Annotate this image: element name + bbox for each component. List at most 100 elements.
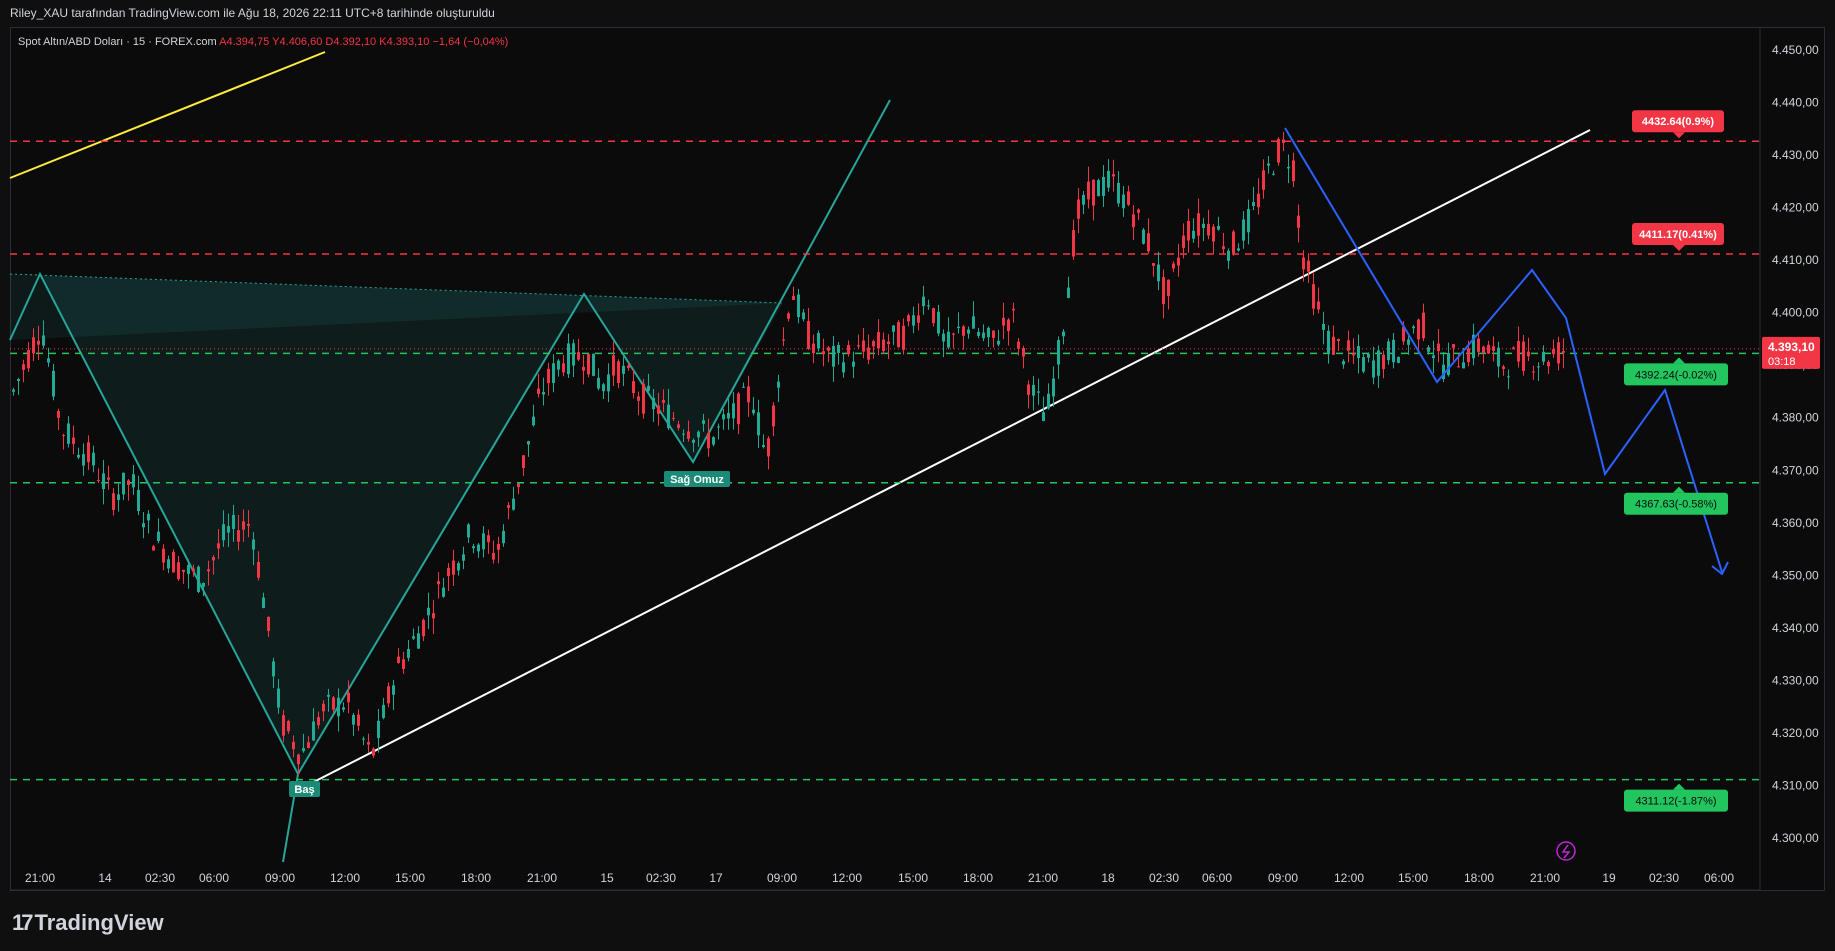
- close-label: K: [379, 36, 387, 48]
- candle-body: [337, 697, 340, 717]
- candle-body: [787, 313, 790, 319]
- candle-body: [1112, 174, 1115, 177]
- candle-body: [1267, 163, 1270, 166]
- candle-body: [692, 439, 695, 443]
- y-tick-label: 4.440,00: [1772, 96, 1819, 110]
- candle-body: [92, 452, 95, 466]
- candle-body: [602, 384, 605, 392]
- candle-body: [987, 327, 990, 338]
- candle-body: [1527, 351, 1530, 357]
- candle-body: [687, 431, 690, 439]
- candle-body: [437, 581, 440, 585]
- level-badge-label: 4367.63(-0.58%): [1635, 499, 1717, 511]
- level-badge-label: 4432.64(0.9%): [1642, 116, 1714, 128]
- candle-body: [977, 331, 980, 336]
- candle-body: [1302, 257, 1305, 270]
- candle-body: [1022, 347, 1025, 357]
- open-value: 4.394,75: [226, 36, 270, 48]
- candle-body: [542, 391, 545, 395]
- candle-body: [822, 351, 825, 355]
- candle-body: [557, 360, 560, 370]
- candle-body: [517, 483, 520, 488]
- candle-body: [402, 659, 405, 669]
- candle-body: [857, 345, 860, 347]
- candle-body: [1227, 250, 1230, 261]
- brand-name: TradingView: [34, 910, 164, 935]
- candle-body: [27, 349, 30, 369]
- candle-body: [1352, 352, 1355, 356]
- candle-body: [582, 366, 585, 371]
- candle-body: [897, 322, 900, 348]
- candle-body: [262, 597, 265, 608]
- candle-body: [1502, 366, 1505, 369]
- candle-body: [1497, 347, 1500, 367]
- candle-body: [1532, 371, 1535, 373]
- candle-body: [1247, 209, 1250, 233]
- level-badge-label: 4392.24(-0.02%): [1635, 369, 1717, 381]
- x-tick-label: 14: [98, 871, 112, 885]
- candle-body: [612, 355, 615, 376]
- candle-body: [1047, 393, 1050, 409]
- x-tick-label: 12:00: [330, 871, 360, 885]
- candle-body: [307, 742, 310, 748]
- candle-body: [1357, 346, 1360, 359]
- x-tick-label: 06:00: [199, 871, 229, 885]
- candle-body: [732, 403, 735, 419]
- candle-body: [1187, 220, 1190, 241]
- candle-body: [282, 715, 285, 736]
- symbol-name[interactable]: Spot Altın/ABD Doları · 15 · FOREX.com: [18, 36, 217, 48]
- candle-body: [1547, 361, 1550, 367]
- candle-body: [277, 688, 280, 708]
- candle-body: [172, 551, 175, 573]
- candle-body: [537, 388, 540, 394]
- candle-body: [882, 339, 885, 352]
- candle-body: [1002, 317, 1005, 326]
- candle-body: [1522, 341, 1525, 371]
- candle-body: [1542, 351, 1545, 362]
- candle-body: [607, 374, 610, 392]
- candle-body: [312, 721, 315, 741]
- candle-body: [1207, 223, 1210, 236]
- high-label: Y: [272, 36, 280, 48]
- candle-body: [202, 582, 205, 587]
- candle-body: [1052, 378, 1055, 397]
- candle-body: [487, 535, 490, 543]
- candle-body: [1367, 353, 1370, 358]
- candle-body: [152, 546, 155, 551]
- x-tick-label: 12:00: [1334, 871, 1364, 885]
- candle-body: [747, 386, 750, 403]
- candle-body: [767, 438, 770, 457]
- candle-body: [1007, 319, 1010, 332]
- candle-body: [1087, 181, 1090, 200]
- y-tick-label: 4.330,00: [1772, 673, 1819, 687]
- candle-body: [447, 567, 450, 577]
- candle-body: [1412, 326, 1415, 329]
- candle-body: [827, 347, 830, 351]
- candle-body: [432, 613, 435, 619]
- level-badge-label: 4411.17(0.41%): [1639, 229, 1717, 241]
- candle-body: [257, 561, 260, 578]
- candle-body: [552, 363, 555, 383]
- candle-body: [1177, 257, 1180, 266]
- candle-body: [32, 337, 35, 354]
- candle-body: [372, 748, 375, 756]
- candle-body: [102, 473, 105, 490]
- y-tick-label: 4.400,00: [1772, 306, 1819, 320]
- badge-pointer-icon: [1673, 357, 1685, 364]
- candle-body: [247, 523, 250, 526]
- candle-body: [702, 420, 705, 424]
- candle-body: [1492, 346, 1495, 351]
- price-chart[interactable]: 4.450,00 4.440,00 4.430,00 4.420,00 4.410,00…: [0, 0, 1835, 951]
- x-tick-label: 12:00: [832, 871, 862, 885]
- candle-body: [642, 383, 645, 414]
- x-tick-label: 17: [709, 871, 723, 885]
- candle-body: [417, 633, 420, 649]
- candle-body: [407, 649, 410, 658]
- tradingview-logo[interactable]: 17 TradingView: [12, 910, 164, 936]
- candle-body: [877, 332, 880, 349]
- x-tick-label: 18:00: [1464, 871, 1494, 885]
- candle-body: [527, 441, 530, 445]
- x-tick-label: 06:00: [1704, 871, 1734, 885]
- candle-body: [87, 442, 90, 463]
- candle-body: [217, 543, 220, 549]
